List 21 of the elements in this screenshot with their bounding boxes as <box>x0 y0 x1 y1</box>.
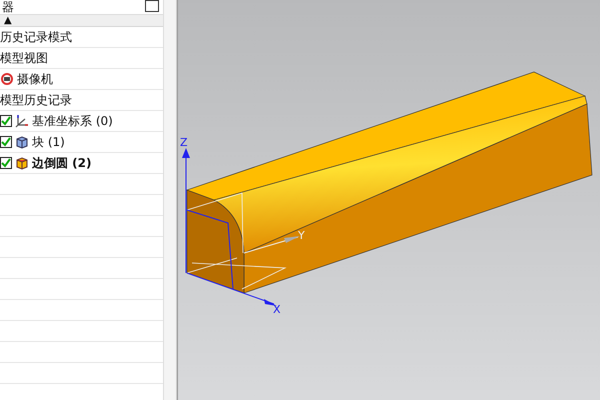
cube-icon <box>15 135 29 149</box>
checkbox[interactable] <box>0 157 12 169</box>
coordinate-system-icon <box>15 114 29 128</box>
tree-item-label[interactable]: 块 (1) <box>32 134 65 150</box>
checkbox[interactable] <box>0 136 12 148</box>
axis-label: Z <box>180 136 188 149</box>
tree-item-label[interactable]: 基准坐标系 (0) <box>32 112 113 130</box>
column-header[interactable]: ▲ <box>0 15 163 27</box>
panel-title: 器 <box>1 0 14 14</box>
tree-item-label[interactable]: 模型历史记录 <box>0 92 72 108</box>
blend-cube-icon <box>15 156 29 170</box>
checkbox[interactable] <box>145 0 159 12</box>
tree-item-label[interactable]: 边倒圆 (2) <box>32 154 92 172</box>
camera-icon <box>0 72 14 86</box>
scrollbar[interactable] <box>163 0 177 400</box>
axis-label: Y <box>298 229 305 242</box>
tree-item-label[interactable]: 历史记录模式 <box>0 28 72 46</box>
tree-item-label[interactable]: 摄像机 <box>17 70 53 88</box>
tree-item-label[interactable]: 模型视图 <box>0 50 48 66</box>
axis-label: X <box>273 303 281 316</box>
checkbox[interactable] <box>0 115 12 127</box>
